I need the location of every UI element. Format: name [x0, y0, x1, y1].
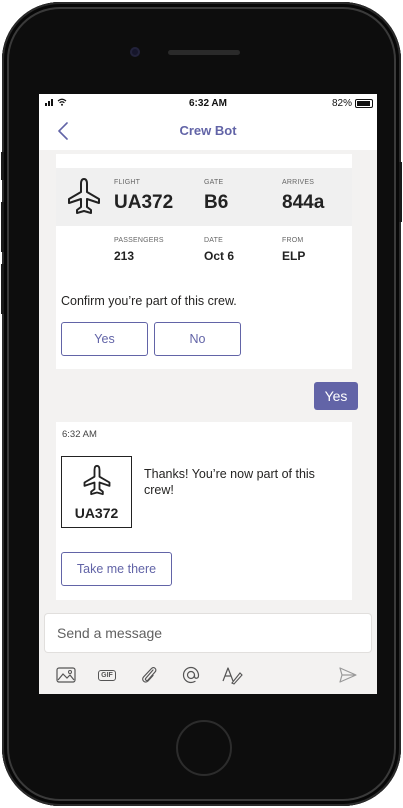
arrives-label: ARRIVES	[282, 179, 315, 186]
gif-button[interactable]: GIF	[96, 664, 118, 686]
home-button[interactable]	[176, 720, 232, 776]
message-input[interactable]: Send a message	[57, 625, 162, 641]
flight-banner: FLIGHT UA372 GATE B6 ARRIVES 844a	[56, 168, 352, 226]
user-message-bubble: Yes	[314, 382, 358, 410]
date-label: DATE	[204, 237, 223, 244]
front-camera	[130, 47, 140, 57]
page-title: Crew Bot	[179, 123, 237, 138]
earpiece-speaker	[168, 50, 240, 55]
send-icon	[339, 667, 357, 683]
message-composer[interactable]: Send a message	[45, 614, 371, 652]
bot-reply-card: 6:32 AM UA372 Thanks! You’re now part of…	[56, 422, 352, 600]
from-value: ELP	[282, 249, 306, 263]
airplane-icon	[68, 178, 100, 214]
airplane-icon	[83, 464, 111, 496]
app-screen: 6:32 AM 82% Crew Bot FLIGHT UA372 GATE B…	[39, 94, 377, 694]
from-label: FROM	[282, 237, 304, 244]
attach-button[interactable]	[138, 664, 160, 686]
gate-value: B6	[204, 192, 229, 213]
passengers-label: PASSENGERS	[114, 237, 164, 244]
mute-switch	[1, 152, 4, 180]
no-button[interactable]: No	[154, 322, 241, 356]
mention-icon	[182, 666, 200, 684]
composer-toolbar: GIF	[39, 656, 377, 694]
format-icon	[222, 667, 243, 685]
send-button[interactable]	[337, 664, 359, 686]
gif-icon: GIF	[98, 669, 116, 681]
mention-button[interactable]	[180, 664, 202, 686]
battery-icon	[355, 99, 373, 108]
image-icon	[56, 667, 76, 683]
attach-icon	[142, 667, 157, 683]
take-me-there-button[interactable]: Take me there	[61, 552, 172, 586]
format-button[interactable]	[221, 664, 243, 686]
yes-button[interactable]: Yes	[61, 322, 148, 356]
bot-message-text: Thanks! You’re now part of this crew!	[144, 467, 315, 497]
power-button	[399, 162, 402, 222]
date-value: Oct 6	[204, 249, 235, 263]
volume-up-button	[1, 202, 4, 252]
gate-label: GATE	[204, 179, 224, 186]
confirm-prompt: Confirm you’re part of this crew.	[61, 294, 237, 308]
flight-number: UA372	[114, 192, 174, 213]
flight-label: FLIGHT	[114, 179, 141, 186]
status-bar: 6:32 AM 82%	[39, 94, 377, 112]
status-time: 6:32 AM	[189, 98, 227, 109]
nav-bar: Crew Bot	[39, 112, 377, 150]
battery-percent: 82%	[331, 98, 352, 109]
thumbnail-label: UA372	[74, 505, 119, 521]
arrives-value: 844a	[282, 192, 325, 213]
flight-thumbnail: UA372	[61, 456, 132, 528]
image-button[interactable]	[55, 664, 77, 686]
volume-down-button	[1, 264, 4, 314]
flight-card: FLIGHT UA372 GATE B6 ARRIVES 844a PASSEN…	[56, 154, 352, 369]
passengers-value: 213	[114, 249, 135, 263]
message-timestamp: 6:32 AM	[62, 429, 97, 440]
